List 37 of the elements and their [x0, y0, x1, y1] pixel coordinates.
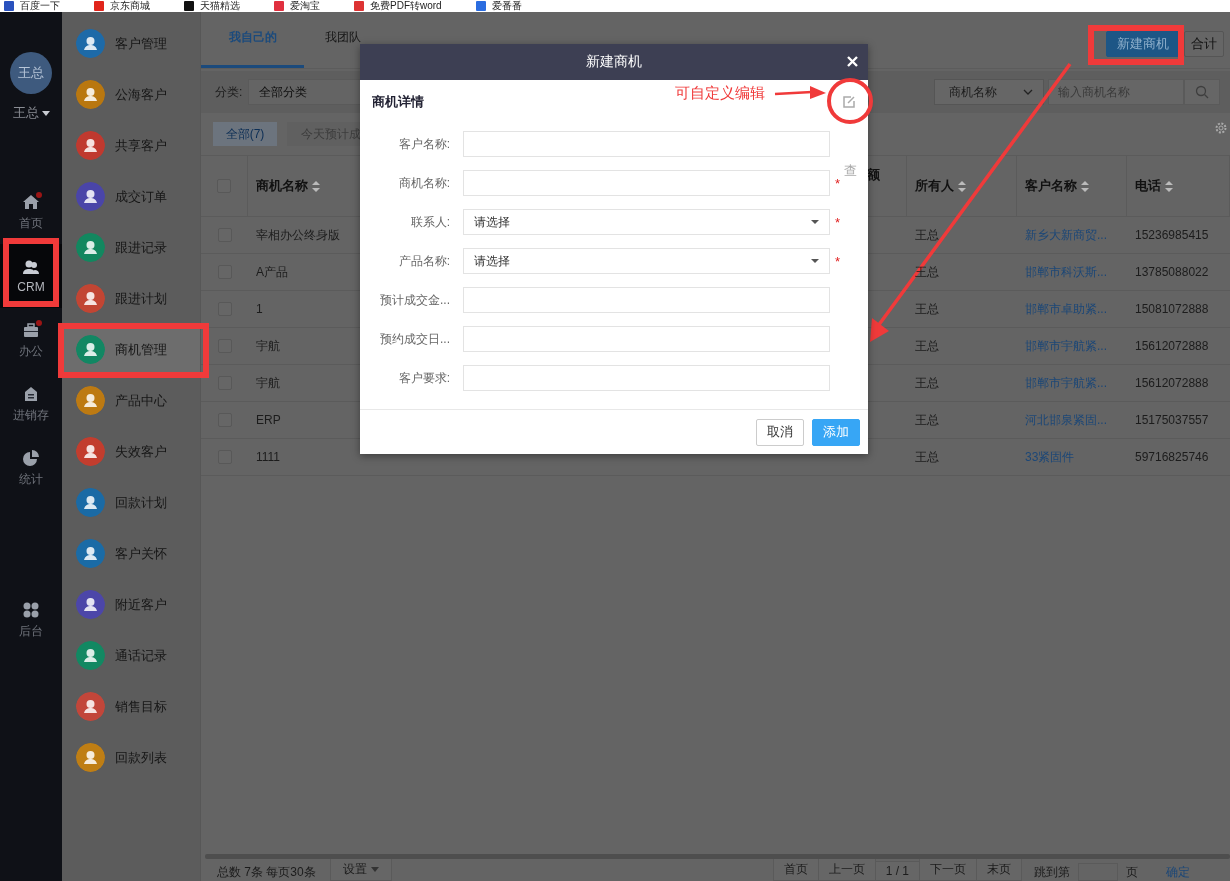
table-cell-text: 15236985415: [1134, 228, 1209, 242]
table-cell-text: 王总: [914, 300, 939, 318]
table-cell-text: A产品: [255, 263, 288, 281]
required-mark: *: [835, 214, 842, 230]
required-mark: *: [835, 253, 842, 269]
field-label: 产品名称:: [397, 252, 450, 270]
required-mark: *: [835, 175, 842, 191]
page-unit: 页: [1126, 864, 1138, 881]
field-label: 客户要求:: [397, 369, 450, 387]
annotation-label: 可自定义编辑: [675, 84, 765, 103]
field-label: 预计成交金...: [379, 291, 450, 309]
table-cell-text: 13785088022: [1134, 265, 1209, 279]
table-cell-text: 15175037557: [1134, 413, 1209, 427]
field-label: 商机名称:: [397, 174, 450, 192]
table-cell-text: 王总: [914, 448, 939, 466]
table-cell-text: 59716825746: [1134, 450, 1209, 464]
table-cell-text: ERP: [255, 413, 281, 427]
table-cell-text: 15612072888: [1134, 376, 1209, 390]
table-cell-text: 15612072888: [1134, 339, 1209, 353]
table-cell-text: 宇航: [255, 374, 280, 392]
field-label: 客户名称:: [397, 135, 450, 153]
table-cell-text: 15081072888: [1134, 302, 1209, 316]
field-label: 联系人:: [409, 213, 450, 231]
filter-label: 分类:: [215, 83, 243, 101]
table-cell-text: 王总: [914, 337, 939, 355]
dialog-title: 新建商机: [586, 53, 642, 71]
table-cell-text: 宰相办公终身版: [255, 226, 340, 244]
table-cell-text: 1: [255, 302, 263, 316]
field-label: 预约成交日...: [379, 330, 450, 348]
table-cell-text: 宇航: [255, 337, 280, 355]
table-cell-text: 王总: [914, 374, 939, 392]
table-cell-text: 王总: [914, 411, 939, 429]
table-cell-text: 1111: [255, 450, 281, 464]
section-title: 商机详情: [372, 93, 424, 111]
table-cell-text: 王总: [914, 226, 939, 244]
jump-label: 跳到第: [1034, 864, 1070, 881]
page-summary: 总数 7条 每页30条: [217, 864, 316, 881]
